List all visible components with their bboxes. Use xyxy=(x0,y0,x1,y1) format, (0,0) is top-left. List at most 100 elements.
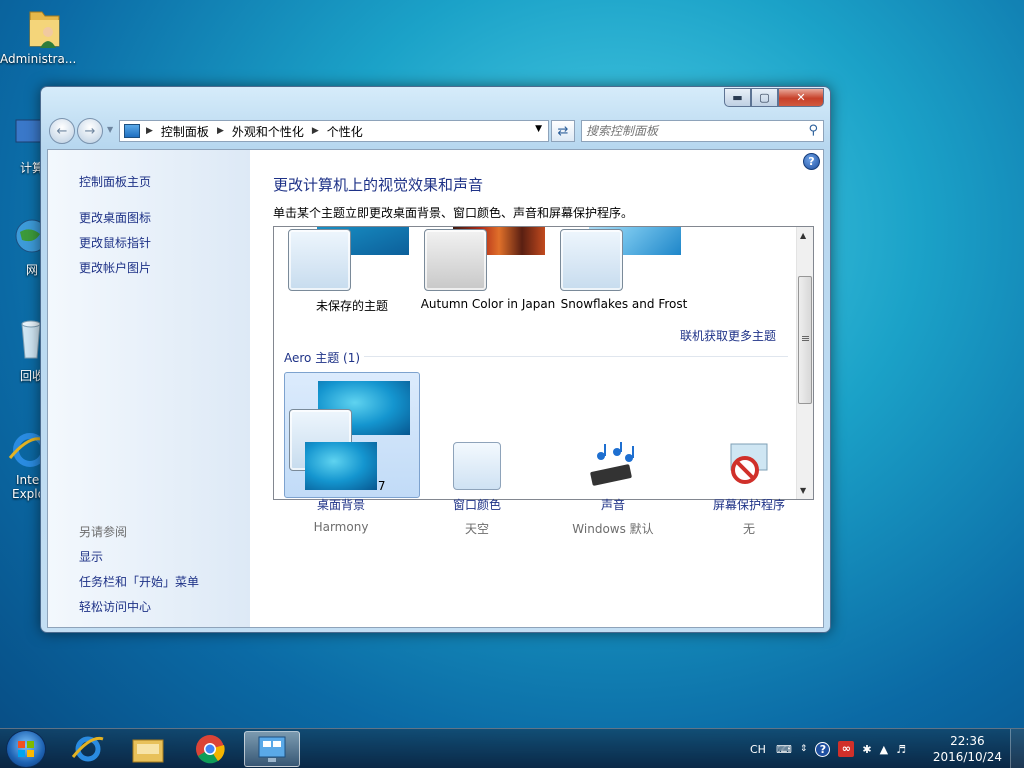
help-button[interactable]: ? xyxy=(803,153,820,170)
windows-logo-icon xyxy=(18,741,34,757)
theme-tile-snowflakes[interactable]: Snowflakes and Frost xyxy=(556,227,692,319)
sounds-setting[interactable]: 声音 Windows 默认 xyxy=(553,442,673,537)
keyboard-icon[interactable]: ⌨ xyxy=(776,743,792,756)
setting-value: Windows 默认 xyxy=(572,522,654,536)
recent-pages-dropdown[interactable]: ▼ xyxy=(107,125,113,134)
forward-button[interactable]: → xyxy=(77,118,103,144)
taskbar-ie-button[interactable] xyxy=(60,731,116,767)
window-color-setting[interactable]: 窗口颜色 天空 xyxy=(417,442,537,537)
setting-value: 无 xyxy=(742,522,755,536)
chrome-icon xyxy=(196,735,225,764)
breadcrumb-personalization[interactable]: 个性化 xyxy=(327,123,363,140)
search-input[interactable] xyxy=(586,122,796,140)
control-panel-icon xyxy=(258,736,286,762)
theme-preview-window xyxy=(288,229,351,291)
setting-label: 桌面背景 xyxy=(316,498,365,512)
show-desktop-button[interactable] xyxy=(1010,729,1024,768)
close-icon: ✕ xyxy=(796,91,806,104)
antivirus-icon[interactable]: ∞ xyxy=(838,741,855,757)
address-bar[interactable]: ▶ 控制面板 ▶ 外观和个性化 ▶ 个性化 ▼ xyxy=(119,120,549,142)
breadcrumb-separator[interactable]: ▶ xyxy=(312,126,319,136)
address-dropdown-icon[interactable]: ▼ xyxy=(535,124,542,134)
page-title: 更改计算机上的视觉效果和声音 xyxy=(273,176,484,194)
setting-value: 天空 xyxy=(464,522,489,536)
desktop-icon-label: Administra... xyxy=(0,52,77,66)
change-desktop-icons-link[interactable]: 更改桌面图标 xyxy=(79,209,151,226)
theme-preview-window xyxy=(424,229,487,291)
setting-label: 窗口颜色 xyxy=(452,498,501,512)
sound-notes-icon xyxy=(587,442,639,490)
desktop-background-thumbnail xyxy=(305,442,377,490)
start-button[interactable] xyxy=(6,730,46,768)
control-panel-home-link[interactable]: 控制面板主页 xyxy=(79,173,151,190)
notification-area: CH ⌨ ⇕ ? ∞ ✱ ▲ ♬ xyxy=(750,729,906,768)
user-folder-icon xyxy=(14,6,62,50)
theme-preview-window xyxy=(560,229,623,291)
content-area: 控制面板主页 更改桌面图标 更改鼠标指针 更改帐户图片 另请参阅 显示 任务栏和… xyxy=(47,149,824,628)
left-task-pane: 控制面板主页 更改桌面图标 更改鼠标指针 更改帐户图片 另请参阅 显示 任务栏和… xyxy=(48,150,250,627)
maximize-button[interactable]: ▢ xyxy=(751,88,778,107)
minimize-icon: ▬ xyxy=(732,91,743,104)
page-description: 单击某个主题立即更改桌面背景、窗口颜色、声音和屏幕保护程序。 xyxy=(273,206,634,220)
window-color-swatch xyxy=(453,442,501,490)
clock[interactable]: 22:36 2016/10/24 xyxy=(933,733,1002,765)
control-panel-icon xyxy=(124,124,140,138)
setting-value: Harmony xyxy=(313,520,369,534)
clock-time: 22:36 xyxy=(950,734,985,748)
get-more-themes-link[interactable]: 联机获取更多主题 xyxy=(680,327,776,344)
taskbar-control-panel-button[interactable] xyxy=(244,731,300,767)
minimize-button[interactable]: ▬ xyxy=(724,88,751,107)
personalization-window: ▬ ▢ ✕ ← → ▼ ▶ 控制面板 ▶ 外观和个性化 ▶ 个性化 ▼ ⇄ ⚲ … xyxy=(40,86,831,633)
navigation-bar: ← → ▼ ▶ 控制面板 ▶ 外观和个性化 ▶ 个性化 ▼ ⇄ ⚲ xyxy=(47,117,824,145)
internet-explorer-icon xyxy=(71,736,104,762)
language-indicator[interactable]: CH xyxy=(750,743,766,756)
change-mouse-pointers-link[interactable]: 更改鼠标指针 xyxy=(79,234,151,251)
display-link[interactable]: 显示 xyxy=(79,548,103,565)
taskbar-start-menu-link[interactable]: 任务栏和「开始」菜单 xyxy=(79,573,199,590)
computer-icon xyxy=(15,119,43,143)
main-pane: ? 更改计算机上的视觉效果和声音 单击某个主题立即更改桌面背景、窗口颜色、声音和… xyxy=(250,150,823,627)
refresh-icon: ⇄ xyxy=(557,123,569,139)
theme-tile-autumn[interactable]: Autumn Color in Japan xyxy=(420,227,556,319)
theme-name: 未保存的主题 xyxy=(315,299,388,313)
back-arrow-icon: ← xyxy=(56,123,68,139)
change-account-picture-link[interactable]: 更改帐户图片 xyxy=(79,259,151,276)
internet-explorer-icon xyxy=(8,433,47,467)
breadcrumb-separator[interactable]: ▶ xyxy=(217,126,224,136)
search-box: ⚲ xyxy=(581,120,824,142)
network-signal-icon[interactable]: ▲ xyxy=(880,743,888,756)
taskbar-explorer-button[interactable] xyxy=(120,731,176,767)
setting-label: 屏幕保护程序 xyxy=(712,498,785,512)
theme-name: Snowflakes and Frost xyxy=(560,297,688,311)
breadcrumb-separator: ▶ xyxy=(146,126,153,136)
desktop-background-setting[interactable]: 桌面背景 Harmony xyxy=(281,442,401,534)
caption-buttons: ▬ ▢ ✕ xyxy=(724,88,824,107)
aero-themes-group-header: Aero 主题 (1) xyxy=(284,351,361,365)
taskbar: CH ⌨ ⇕ ? ∞ ✱ ▲ ♬ 22:36 2016/10/24 xyxy=(0,728,1024,768)
bluetooth-icon[interactable]: ✱ xyxy=(862,743,871,756)
theme-tile-unsaved[interactable]: 未保存的主题 xyxy=(284,227,420,319)
forward-arrow-icon: → xyxy=(84,123,96,139)
desktop-icon-user-folder[interactable]: Administra... xyxy=(0,6,76,66)
clock-date: 2016/10/24 xyxy=(932,750,1002,764)
taskbar-chrome-button[interactable] xyxy=(182,731,238,767)
help-tray-icon[interactable]: ? xyxy=(815,741,831,757)
breadcrumb-control-panel[interactable]: 控制面板 xyxy=(161,123,209,140)
maximize-icon: ▢ xyxy=(759,91,770,104)
see-also-heading: 另请参阅 xyxy=(79,525,128,539)
scrollbar-thumb[interactable] xyxy=(798,276,812,404)
network-globe-icon xyxy=(15,219,49,253)
breadcrumb-appearance[interactable]: 外观和个性化 xyxy=(232,123,304,140)
volume-icon[interactable]: ♬ xyxy=(896,743,906,756)
recycle-bin-icon xyxy=(21,320,41,359)
back-button[interactable]: ← xyxy=(49,118,75,144)
close-button[interactable]: ✕ xyxy=(778,88,824,107)
scroll-up-icon[interactable]: ▲ xyxy=(800,231,806,240)
folder-icon xyxy=(132,739,164,763)
refresh-button[interactable]: ⇄ xyxy=(551,120,575,142)
search-icon[interactable]: ⚲ xyxy=(808,123,818,138)
help-icon: ? xyxy=(808,155,815,168)
ease-of-access-link[interactable]: 轻松访问中心 xyxy=(79,598,151,615)
screen-saver-setting[interactable]: 屏幕保护程序 无 xyxy=(689,442,809,537)
tray-expand-icon[interactable]: ⇕ xyxy=(800,744,808,754)
